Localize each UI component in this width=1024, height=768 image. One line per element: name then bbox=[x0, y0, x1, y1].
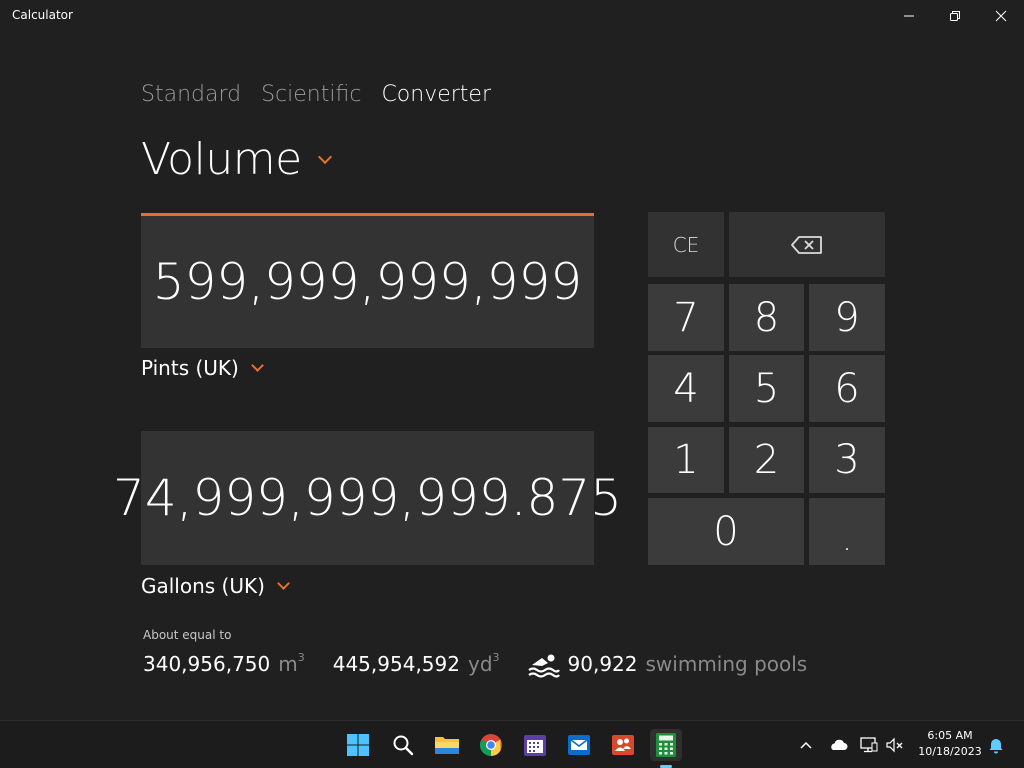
category-label: Volume bbox=[141, 134, 302, 185]
restore-icon bbox=[950, 11, 960, 21]
from-value: 599,999,999,999 bbox=[152, 253, 583, 311]
volume-muted-icon[interactable] bbox=[884, 733, 906, 757]
equivalent-swimming-pools: 90,922 swimming pools bbox=[527, 652, 807, 678]
calculator-icon[interactable] bbox=[650, 729, 682, 761]
clock-date: 10/18/2023 bbox=[918, 745, 982, 758]
taskbar: 6:05 AM 10/18/2023 bbox=[0, 720, 1024, 768]
chrome-icon[interactable] bbox=[475, 729, 507, 761]
category-dropdown[interactable]: Volume bbox=[141, 134, 332, 185]
digit-1-button[interactable]: 1 bbox=[648, 427, 724, 493]
mode-tabs: Standard Scientific Converter bbox=[141, 82, 491, 107]
digit-7-button[interactable]: 7 bbox=[648, 284, 724, 351]
backspace-button[interactable] bbox=[729, 212, 885, 277]
to-unit-dropdown[interactable]: Gallons (UK) bbox=[141, 574, 290, 598]
system-clock[interactable]: 6:05 AM 10/18/2023 bbox=[914, 728, 986, 760]
digit-3-button[interactable]: 3 bbox=[809, 427, 885, 493]
chevron-down-icon bbox=[277, 576, 290, 590]
file-explorer-icon[interactable] bbox=[431, 729, 463, 761]
to-value-display[interactable]: 74,999,999,999.875 bbox=[113, 431, 622, 565]
tab-converter[interactable]: Converter bbox=[381, 82, 491, 107]
restore-button[interactable] bbox=[932, 0, 978, 32]
notification-bell-icon[interactable] bbox=[986, 733, 1006, 757]
from-unit-label: Pints (UK) bbox=[141, 356, 239, 380]
search-icon[interactable] bbox=[387, 729, 419, 761]
mail-icon[interactable] bbox=[563, 729, 595, 761]
minimize-button[interactable] bbox=[886, 0, 932, 32]
minimize-icon bbox=[904, 15, 914, 17]
onedrive-icon[interactable] bbox=[826, 733, 850, 757]
chevron-up-icon[interactable] bbox=[797, 733, 815, 757]
digit-4-button[interactable]: 4 bbox=[648, 355, 724, 422]
clear-entry-button[interactable]: CE bbox=[648, 212, 724, 277]
from-value-display[interactable]: 599,999,999,999 bbox=[141, 213, 594, 348]
to-unit-label: Gallons (UK) bbox=[141, 574, 265, 598]
about-equal-label: About equal to bbox=[143, 628, 232, 642]
digit-9-button[interactable]: 9 bbox=[809, 284, 885, 351]
people-icon[interactable] bbox=[607, 729, 639, 761]
equivalents-row: 340,956,750 m3 445,954,592 yd3 90,922 sw… bbox=[143, 651, 835, 678]
tab-standard[interactable]: Standard bbox=[141, 82, 241, 107]
equivalent-cubic-meters: 340,956,750 m3 bbox=[143, 651, 305, 676]
network-icon[interactable] bbox=[858, 733, 880, 757]
tab-scientific[interactable]: Scientific bbox=[261, 82, 361, 107]
swimming-pool-icon bbox=[527, 654, 560, 678]
digit-6-button[interactable]: 6 bbox=[809, 355, 885, 422]
app-title: Calculator bbox=[12, 8, 73, 22]
digit-8-button[interactable]: 8 bbox=[729, 284, 804, 351]
from-unit-dropdown[interactable]: Pints (UK) bbox=[141, 356, 264, 380]
calendar-icon[interactable] bbox=[519, 729, 551, 761]
clock-time: 6:05 AM bbox=[927, 729, 973, 742]
digit-5-button[interactable]: 5 bbox=[729, 355, 804, 422]
title-bar: Calculator bbox=[0, 0, 1024, 32]
equivalent-cubic-yards: 445,954,592 yd3 bbox=[332, 651, 500, 676]
chevron-down-icon bbox=[317, 149, 332, 164]
digit-2-button[interactable]: 2 bbox=[729, 427, 804, 493]
close-icon bbox=[995, 10, 1007, 22]
close-button[interactable] bbox=[978, 0, 1024, 32]
decimal-button[interactable]: . bbox=[809, 498, 885, 565]
backspace-icon bbox=[791, 235, 822, 254]
to-value: 74,999,999,999.875 bbox=[113, 469, 622, 527]
chevron-down-icon bbox=[250, 358, 264, 372]
digit-0-button[interactable]: 0 bbox=[648, 498, 804, 565]
windows-start-icon[interactable] bbox=[342, 729, 374, 761]
